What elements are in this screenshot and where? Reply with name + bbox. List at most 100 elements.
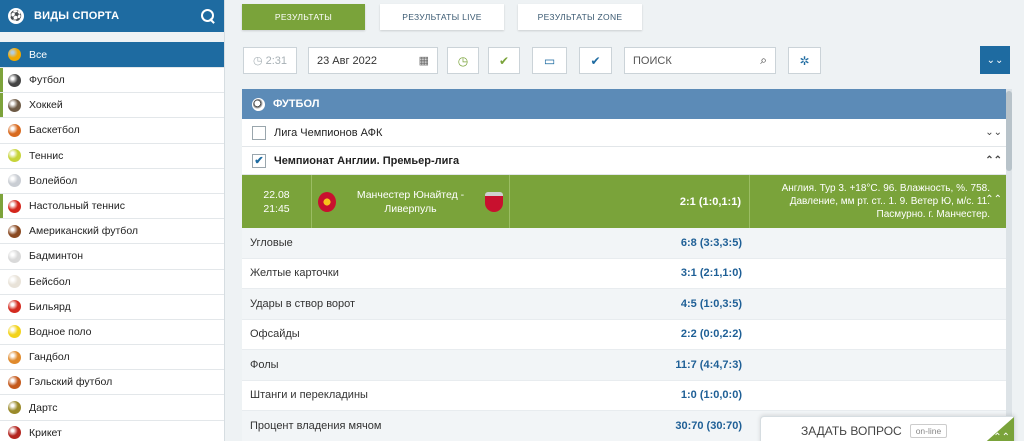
sidebar-item[interactable]: Все	[0, 42, 224, 68]
match-teams: Манчестер Юнайтед - Ливерпуль	[312, 175, 510, 228]
home-team-crest-icon	[318, 191, 336, 212]
sport-icon	[8, 275, 21, 289]
sidebar-item[interactable]: Баскетбол	[0, 118, 224, 144]
time-filter-button[interactable]: ◷ 2:31	[243, 47, 297, 74]
sport-icon	[8, 48, 21, 61]
search-icon[interactable]	[200, 8, 216, 24]
sidebar-item[interactable]: Бадминтон	[0, 244, 224, 270]
chevron-double-down-icon: ⌄⌄	[986, 54, 1004, 66]
clock-filter-button[interactable]: ◷	[447, 47, 479, 74]
confirm-button[interactable]: ✔	[488, 47, 520, 74]
sidebar-item-label: Гэльский футбол	[29, 376, 113, 389]
section-header-football[interactable]: ФУТБОЛ	[242, 89, 1012, 119]
match-info-line: Англия. Тур 3. +18°С. 96. Влажность, %. …	[781, 183, 990, 194]
logo-icon: ⚽	[8, 8, 24, 24]
sidebar-item[interactable]: Гандбол	[0, 345, 224, 371]
league-row-epl[interactable]: ✔ Чемпионат Англии. Премьер-лига ⌃⌃	[242, 147, 1012, 175]
chevron-double-up-icon[interactable]: ⌃⌃	[985, 155, 1002, 166]
clock-icon: ◷	[252, 55, 263, 67]
sport-icon	[8, 249, 21, 263]
sidebar-item-label: Крикет	[29, 426, 62, 439]
sidebar-item[interactable]: Хоккей	[0, 93, 224, 119]
date-picker[interactable]: 23 Авг 2022 ▦	[308, 47, 438, 74]
ask-question-label: ЗАДАТЬ ВОПРОС	[801, 424, 902, 438]
sidebar-item[interactable]: Крикет	[0, 421, 224, 441]
sidebar-item-label: Настольный теннис	[29, 200, 125, 213]
match-row[interactable]: 22.08 21:45 Манчестер Юнайтед - Ливерпул…	[242, 175, 1012, 228]
stat-label: Желтые карточки	[250, 267, 339, 280]
tab-results-zone[interactable]: РЕЗУЛЬТАТЫ ZONE	[518, 4, 642, 30]
sport-icon	[8, 73, 21, 87]
sport-icon	[8, 149, 21, 163]
search-input[interactable]: ПОИСК ⌕	[624, 47, 776, 74]
sidebar-item-label: Дартс	[29, 401, 58, 414]
sport-icon	[8, 98, 21, 112]
sport-icon	[8, 375, 21, 389]
sport-icon	[8, 401, 21, 415]
sport-icon	[8, 199, 21, 213]
sidebar-item-label: Теннис	[29, 149, 64, 162]
tab-results-live[interactable]: РЕЗУЛЬТАТЫ LIVE	[380, 4, 504, 30]
match-info: Англия. Тур 3. +18°С. 96. Влажность, %. …	[750, 175, 1012, 228]
chevron-up-icon[interactable]: ⌃⌃	[980, 417, 1014, 441]
league-checkbox[interactable]: ✔	[252, 153, 266, 168]
sidebar-item-label: Водное поло	[29, 325, 92, 338]
time-value: 2:31	[265, 54, 288, 67]
teams-label: Манчестер Юнайтед - Ливерпуль	[356, 188, 465, 215]
gear-icon: ✲	[799, 53, 810, 68]
chevron-double-up-icon[interactable]: ⌃⌃	[985, 194, 1002, 205]
sidebar-item-label: Бейсбол	[29, 275, 71, 288]
sport-icon	[8, 325, 21, 339]
monitor-button[interactable]: ▭	[532, 47, 567, 74]
calendar-icon: ▦	[418, 55, 429, 67]
settings-button[interactable]: ✲	[788, 47, 821, 74]
match-score: 2:1 (1:0,1:1)	[510, 175, 750, 228]
check-icon: ✔	[590, 53, 601, 68]
sidebar-item-label: Хоккей	[29, 99, 63, 112]
stat-row: Удары в створ ворот 4:5 (1:0,3:5)	[242, 289, 1012, 320]
sidebar-item[interactable]: Бейсбол	[0, 270, 224, 295]
sidebar-item[interactable]: Футбол	[0, 68, 224, 94]
ask-question-widget[interactable]: ЗАДАТЬ ВОПРОС on-line ⌃⌃	[760, 416, 1015, 441]
sidebar-item[interactable]: Водное поло	[0, 320, 224, 346]
sidebar-item-label: Волейбол	[29, 174, 78, 187]
check-filter-button[interactable]: ✔	[579, 47, 612, 74]
stat-row: Фолы 11:7 (4:4,7:3)	[242, 350, 1012, 381]
sidebar-item-label: Баскетбол	[29, 124, 80, 137]
sidebar-item[interactable]: Дартс	[0, 395, 224, 421]
sidebar-item[interactable]: Волейбол	[0, 169, 224, 194]
scrollbar-thumb[interactable]	[1006, 91, 1012, 171]
date-value: 23 Авг 2022	[317, 54, 378, 67]
stat-row: Офсайды 2:2 (0:0,2:2)	[242, 320, 1012, 350]
sidebar-item-label: Бильярд	[29, 300, 71, 313]
sports-sidebar: ⚽ ВИДЫ СПОРТА Все Футбол Хоккей Баскетбол Те…	[0, 0, 225, 441]
tab-results[interactable]: РЕЗУЛЬТАТЫ	[242, 4, 365, 30]
sidebar-item[interactable]: Теннис	[0, 144, 224, 169]
sidebar-item[interactable]: Американский футбол	[0, 219, 224, 245]
away-team-crest-icon	[485, 191, 503, 212]
league-name: Чемпионат Англии. Премьер-лига	[274, 154, 460, 167]
sidebar-item-label: Американский футбол	[29, 225, 139, 238]
sidebar-item[interactable]: Гэльский футбол	[0, 370, 224, 396]
sport-icon	[8, 224, 21, 238]
league-row-afc[interactable]: Лига Чемпионов АФК ⌄⌄	[242, 119, 1012, 147]
stat-row: Желтые карточки 3:1 (2:1,1:0)	[242, 259, 1012, 289]
league-name: Лига Чемпионов АФК	[274, 126, 383, 139]
stat-label: Процент владения мячом	[250, 419, 382, 432]
sidebar-item[interactable]: Бильярд	[0, 295, 224, 320]
stat-label: Угловые	[250, 236, 293, 249]
clock-icon: ◷	[457, 53, 469, 68]
match-datetime: 22.08 21:45	[242, 175, 312, 228]
sidebar-item-label: Бадминтон	[29, 250, 84, 263]
league-checkbox[interactable]	[252, 125, 266, 140]
stat-row: Штанги и перекладины 1:0 (1:0,0:0)	[242, 381, 1012, 411]
match-info-line: Пасмурно. г. Манчестер.	[876, 209, 990, 220]
match-stats: Угловые 6:8 (3:3,3:5) Желтые карточки 3:1 (…	[242, 228, 1012, 441]
check-icon: ✔	[254, 155, 264, 167]
sport-icon	[8, 300, 21, 314]
chevron-double-down-icon[interactable]: ⌄⌄	[985, 127, 1002, 138]
sport-icon	[8, 426, 21, 440]
sidebar-item[interactable]: Настольный теннис	[0, 193, 224, 220]
scrollbar[interactable]	[1006, 89, 1012, 441]
expand-all-button[interactable]: ⌄⌄	[980, 46, 1010, 74]
